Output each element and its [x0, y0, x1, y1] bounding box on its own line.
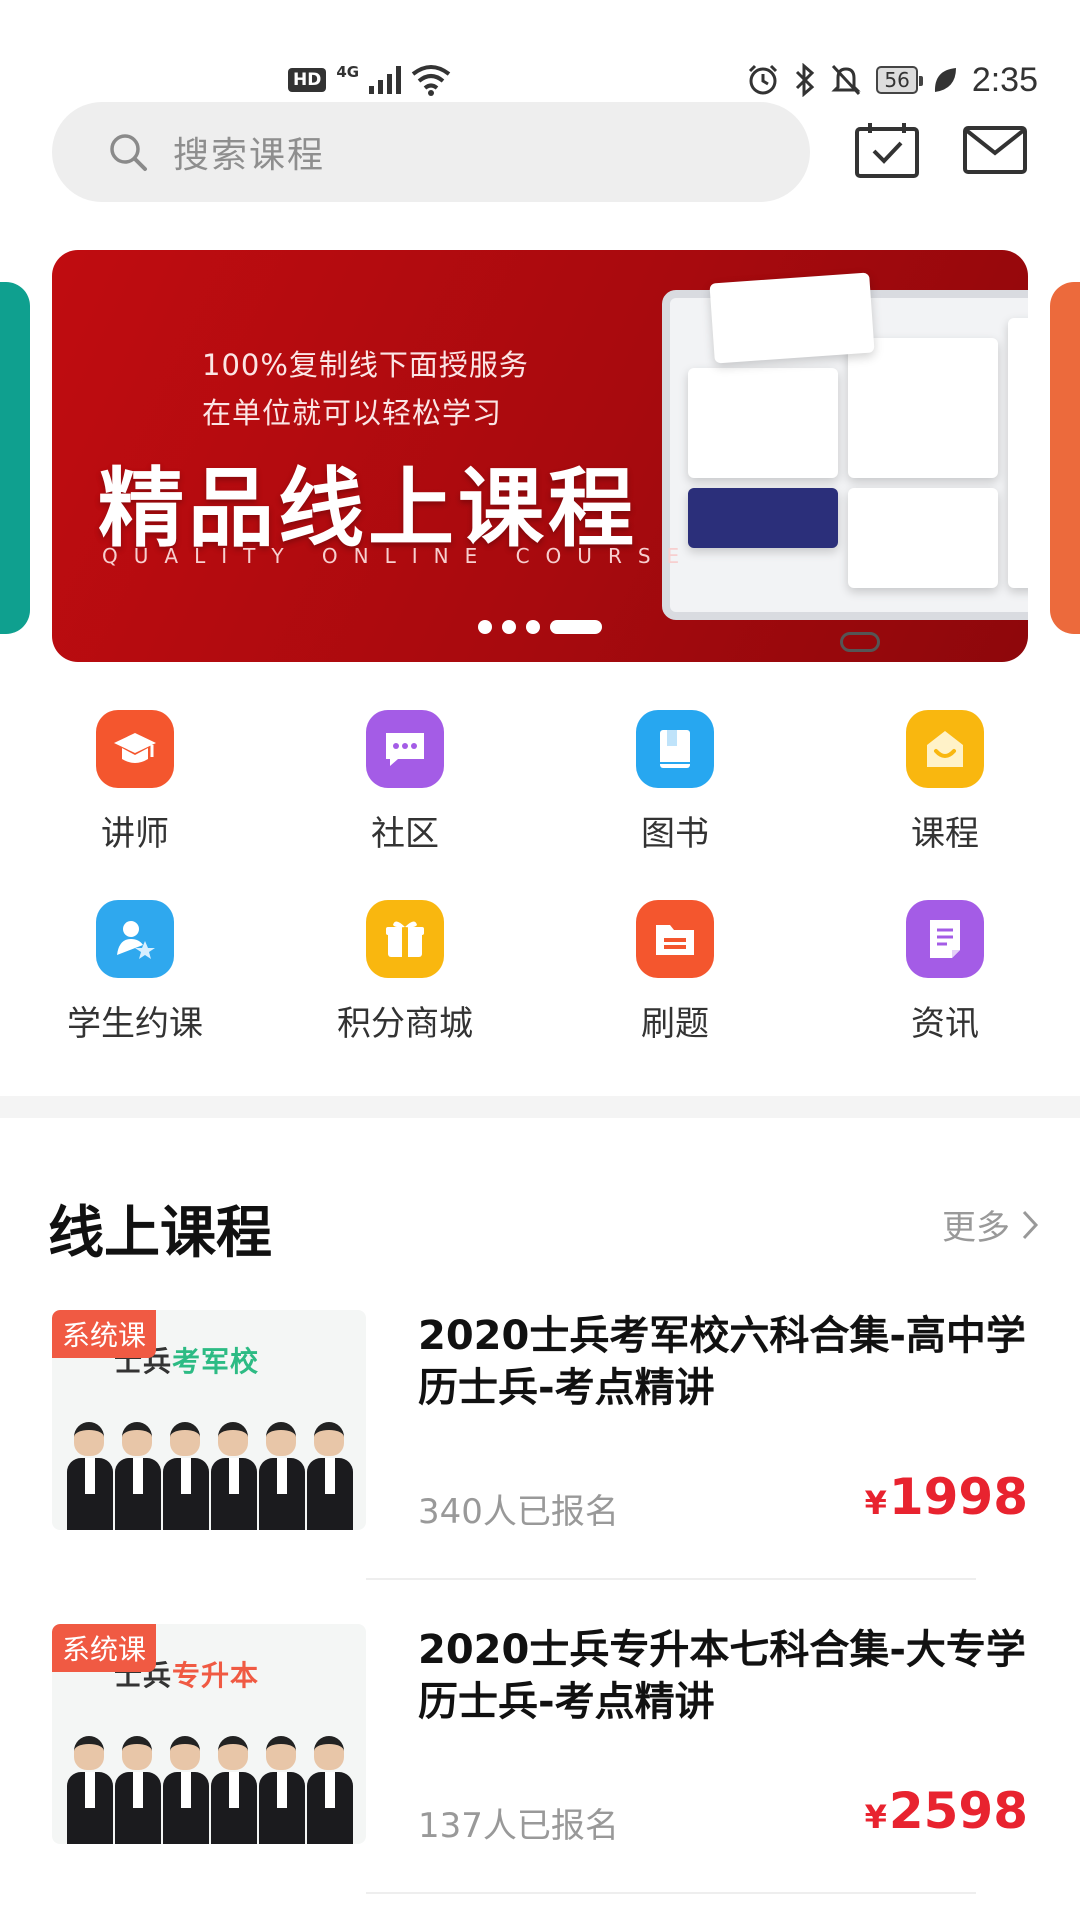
leaf-icon [934, 68, 956, 92]
banner-line-1: 100%复制线下面授服务 [202, 348, 529, 382]
grid-item-points-mall[interactable]: 积分商城 [305, 900, 505, 1045]
calendar-check-icon [855, 123, 919, 178]
more-label: 更多 [942, 1208, 1010, 1248]
grid-label: 学生约课 [67, 1004, 203, 1044]
grid-label: 社区 [371, 814, 439, 854]
checkin-button[interactable] [852, 118, 922, 182]
status-network: HD 4G [288, 60, 451, 100]
course-thumbnail: 士兵专升本 系统课 [52, 1624, 366, 1844]
grid-label: 课程 [911, 814, 979, 854]
search-icon [110, 134, 147, 171]
grid-label: 讲师 [101, 814, 169, 854]
chevron-right-icon [1022, 1210, 1039, 1239]
section-title: 线上课程 [48, 1201, 272, 1266]
signal-icon [369, 66, 402, 94]
book-icon [636, 710, 714, 788]
grid-item-courses[interactable]: 课程 [845, 710, 1045, 855]
grid-label: 图书 [641, 814, 709, 854]
grid-item-community[interactable]: 社区 [305, 710, 505, 855]
chat-bubble-icon [366, 710, 444, 788]
course-tag: 系统课 [52, 1310, 157, 1358]
document-icon [906, 900, 984, 978]
carousel-indicator [478, 620, 602, 634]
enrolled-count: 340人已报名 [418, 1492, 619, 1532]
battery-indicator: 56 [876, 66, 924, 94]
instructors-photo [52, 1724, 366, 1844]
banner-subtitle: QUALITY ONLINE COURSE [102, 544, 696, 568]
carousel-dot [502, 620, 516, 634]
promo-banner[interactable]: 100%复制线下面授服务 在单位就可以轻松学习 精品线上课程 QUALITY O… [52, 250, 1028, 662]
wifi-icon [411, 65, 451, 96]
network-type: 4G [336, 63, 360, 81]
grid-label: 积分商城 [337, 1004, 473, 1044]
instructors-photo [52, 1410, 366, 1530]
grid-item-news[interactable]: 资讯 [845, 900, 1045, 1045]
bluetooth-icon [796, 63, 815, 97]
more-link[interactable]: 更多 [942, 1200, 1040, 1249]
gift-icon [366, 900, 444, 978]
section-divider [0, 1096, 1080, 1118]
course-price: ¥2598 [864, 1782, 1028, 1840]
course-price: ¥1998 [864, 1468, 1028, 1526]
course-card[interactable]: 士兵专升本 系统课 2020士兵专升本七科合集-大专学历士兵-考点精讲 137人… [52, 1624, 1028, 1854]
messages-button[interactable] [960, 118, 1030, 182]
enrolled-count: 137人已报名 [418, 1806, 619, 1846]
hd-badge: HD [288, 68, 327, 92]
search-input[interactable]: 搜索课程 [52, 102, 810, 202]
carousel-dot [526, 620, 540, 634]
floating-card [709, 272, 875, 364]
carousel-dot-active [550, 620, 602, 634]
grid-item-books[interactable]: 图书 [575, 710, 775, 855]
folder-icon [636, 900, 714, 978]
mail-icon [963, 126, 1027, 174]
status-right: 56 2:35 [746, 58, 1038, 102]
grid-label: 刷题 [641, 1004, 709, 1044]
clock-time: 2:35 [971, 60, 1038, 99]
search-placeholder: 搜索课程 [173, 135, 326, 176]
course-title: 2020士兵考军校六科合集-高中学历士兵-考点精讲 [418, 1313, 1026, 1411]
student-star-icon [96, 900, 174, 978]
list-divider [366, 1578, 976, 1580]
alarm-icon [749, 64, 778, 95]
grid-label: 资讯 [911, 1004, 979, 1044]
banner-line-2: 在单位就可以轻松学习 [202, 396, 503, 430]
carousel-prev-peek[interactable] [0, 282, 30, 634]
mute-bell-icon [831, 64, 861, 96]
list-divider [366, 1892, 976, 1894]
course-thumbnail: 士兵考军校 系统课 [52, 1310, 366, 1530]
carousel-next-peek[interactable] [1050, 282, 1080, 634]
grid-item-student-booking[interactable]: 学生约课 [35, 900, 235, 1045]
course-title: 2020士兵专升本七科合集-大专学历士兵-考点精讲 [418, 1627, 1026, 1725]
status-bar: HD 4G 56 2:35 [0, 0, 1080, 100]
carousel-dot [478, 620, 492, 634]
course-card[interactable]: 士兵考军校 系统课 2020士兵考军校六科合集-高中学历士兵-考点精讲 340人… [52, 1310, 1028, 1540]
graduation-cap-icon [96, 710, 174, 788]
grid-item-practice[interactable]: 刷题 [575, 900, 775, 1045]
smile-house-icon [906, 710, 984, 788]
course-tag: 系统课 [52, 1624, 157, 1672]
grid-item-lecturer[interactable]: 讲师 [35, 710, 235, 855]
